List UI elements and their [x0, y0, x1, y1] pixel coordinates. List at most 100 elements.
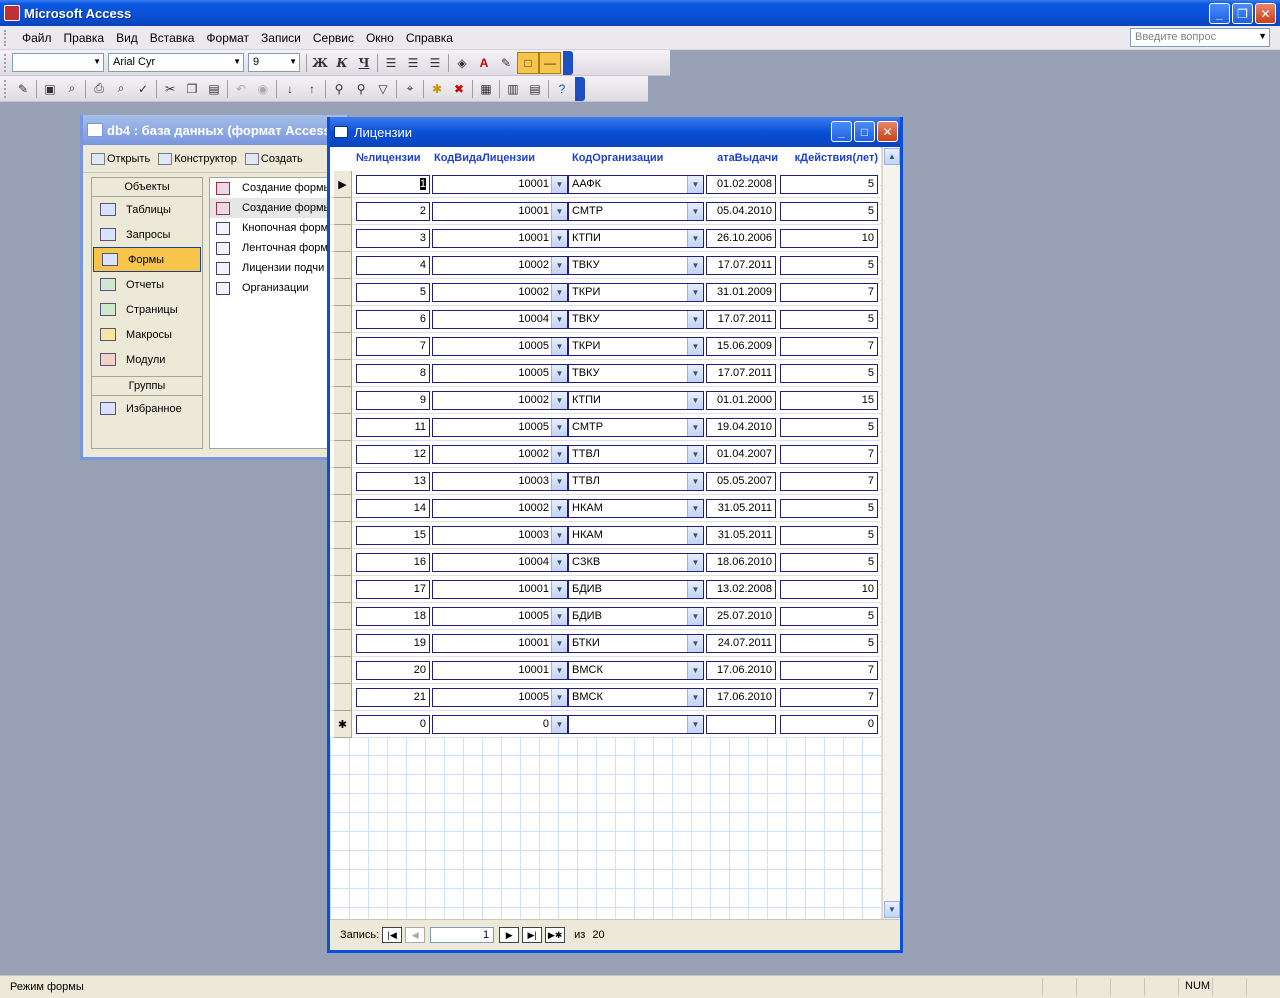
chevron-down-icon[interactable]: ▼: [687, 392, 703, 409]
chevron-down-icon[interactable]: ▼: [687, 257, 703, 274]
record-selector[interactable]: [334, 198, 352, 225]
help-icon[interactable]: ?: [551, 78, 573, 100]
organization-combo[interactable]: БДИВ ▼: [568, 607, 704, 626]
align-right-icon[interactable]: ☰: [424, 52, 446, 74]
organization-combo[interactable]: ТВКУ ▼: [568, 256, 704, 275]
scroll-down-icon[interactable]: ▼: [884, 901, 900, 918]
license-type-combo[interactable]: 10001 ▼: [432, 661, 568, 680]
organization-combo[interactable]: ТВКУ ▼: [568, 364, 704, 383]
license-type-combo[interactable]: 10002 ▼: [432, 256, 568, 275]
chevron-down-icon[interactable]: ▼: [551, 446, 567, 463]
menu-format[interactable]: Формат: [200, 29, 255, 47]
chevron-down-icon[interactable]: ▼: [551, 608, 567, 625]
form-minimize-button[interactable]: _: [831, 121, 852, 142]
chevron-down-icon[interactable]: ▼: [551, 716, 567, 733]
issue-date-field[interactable]: 01.01.2000: [706, 391, 776, 410]
undo-icon[interactable]: ↶: [230, 78, 252, 100]
database-window-icon[interactable]: ▥: [502, 78, 524, 100]
toolbar-options-icon[interactable]: [563, 50, 573, 75]
chevron-down-icon[interactable]: ▼: [687, 662, 703, 679]
close-button[interactable]: ✕: [1255, 3, 1276, 24]
issue-date-field[interactable]: 31.01.2009: [706, 283, 776, 302]
validity-field[interactable]: 5: [780, 634, 878, 653]
record-selector[interactable]: [334, 495, 352, 522]
record-selector[interactable]: [334, 657, 352, 684]
record-selector[interactable]: [334, 306, 352, 333]
organization-combo[interactable]: БТКИ ▼: [568, 634, 704, 653]
organization-combo[interactable]: ТКРИ ▼: [568, 337, 704, 356]
organization-combo[interactable]: СМТР ▼: [568, 418, 704, 437]
validity-field[interactable]: 5: [780, 499, 878, 518]
validity-field[interactable]: 0: [780, 715, 878, 734]
license-no-field[interactable]: 15: [356, 526, 430, 545]
validity-field[interactable]: 5: [780, 607, 878, 626]
chevron-down-icon[interactable]: ▼: [551, 635, 567, 652]
link-icon[interactable]: ◉: [252, 78, 274, 100]
license-no-field[interactable]: 18: [356, 607, 430, 626]
underline-button[interactable]: Ч: [353, 52, 375, 74]
record-selector[interactable]: [334, 279, 352, 306]
validity-field[interactable]: 5: [780, 364, 878, 383]
chevron-down-icon[interactable]: ▼: [687, 554, 703, 571]
chevron-down-icon[interactable]: ▼: [551, 284, 567, 301]
license-type-combo[interactable]: 10004 ▼: [432, 553, 568, 572]
form-maximize-button[interactable]: □: [854, 121, 875, 142]
issue-date-field[interactable]: 13.02.2008: [706, 580, 776, 599]
chevron-down-icon[interactable]: ▼: [687, 284, 703, 301]
menu-view[interactable]: Вид: [110, 29, 144, 47]
chevron-down-icon[interactable]: ▼: [551, 203, 567, 220]
chevron-down-icon[interactable]: ▼: [687, 365, 703, 382]
validity-field[interactable]: 5: [780, 310, 878, 329]
line-width-icon[interactable]: —: [539, 51, 561, 74]
sort-ascending-icon[interactable]: ↓: [279, 78, 301, 100]
bold-button[interactable]: Ж: [309, 52, 331, 74]
font-size-combo[interactable]: 9 ▼: [248, 53, 300, 72]
last-record-icon[interactable]: ▶|: [522, 927, 543, 943]
license-no-field[interactable]: 7: [356, 337, 430, 356]
record-selector[interactable]: [334, 630, 352, 657]
new-record-selector-icon[interactable]: ✱: [334, 711, 352, 738]
issue-date-field[interactable]: 31.05.2011: [706, 526, 776, 545]
menu-window[interactable]: Окно: [360, 29, 400, 47]
organization-combo[interactable]: НКАМ ▼: [568, 499, 704, 518]
organization-combo[interactable]: НКАМ ▼: [568, 526, 704, 545]
record-selector[interactable]: [334, 441, 352, 468]
design-button[interactable]: Конструктор: [158, 152, 237, 165]
record-selector[interactable]: [334, 684, 352, 711]
chevron-down-icon[interactable]: ▼: [551, 419, 567, 436]
license-no-field[interactable]: 3: [356, 229, 430, 248]
record-selector[interactable]: ▶: [334, 171, 352, 198]
form-close-button[interactable]: ✕: [877, 121, 898, 142]
chevron-down-icon[interactable]: ▼: [551, 365, 567, 382]
license-no-field[interactable]: 8: [356, 364, 430, 383]
record-selector[interactable]: [334, 252, 352, 279]
license-type-combo[interactable]: 10002 ▼: [432, 445, 568, 464]
toolbar-grip[interactable]: [4, 79, 8, 98]
organization-combo[interactable]: ТТВЛ ▼: [568, 472, 704, 491]
form-titlebar[interactable]: Лицензии _ □ ✕: [330, 117, 900, 147]
license-type-combo[interactable]: 10003 ▼: [432, 526, 568, 545]
chevron-down-icon[interactable]: ▼: [551, 500, 567, 517]
validity-field[interactable]: 15: [780, 391, 878, 410]
license-no-field[interactable]: 16: [356, 553, 430, 572]
record-selector[interactable]: [334, 333, 352, 360]
align-center-icon[interactable]: ☰: [402, 52, 424, 74]
validity-field[interactable]: 10: [780, 229, 878, 248]
license-type-combo[interactable]: 10001 ▼: [432, 175, 568, 194]
validity-field[interactable]: 7: [780, 688, 878, 707]
chevron-down-icon[interactable]: ▼: [687, 716, 703, 733]
next-record-icon[interactable]: ▶: [499, 927, 520, 943]
license-type-combo[interactable]: 10004 ▼: [432, 310, 568, 329]
previous-record-icon[interactable]: ◀: [405, 927, 426, 943]
chevron-down-icon[interactable]: ▼: [1258, 31, 1267, 41]
find-icon[interactable]: ⌖: [399, 78, 421, 100]
chevron-down-icon[interactable]: ▼: [551, 662, 567, 679]
menu-insert[interactable]: Вставка: [144, 29, 201, 47]
license-type-combo[interactable]: 10001 ▼: [432, 580, 568, 599]
chevron-down-icon[interactable]: ▼: [687, 689, 703, 706]
filter-by-form-icon[interactable]: ⚲: [350, 78, 372, 100]
italic-button[interactable]: К: [331, 52, 353, 74]
chevron-down-icon[interactable]: ▼: [551, 581, 567, 598]
license-no-field[interactable]: 4: [356, 256, 430, 275]
apply-filter-icon[interactable]: ▽: [372, 78, 394, 100]
